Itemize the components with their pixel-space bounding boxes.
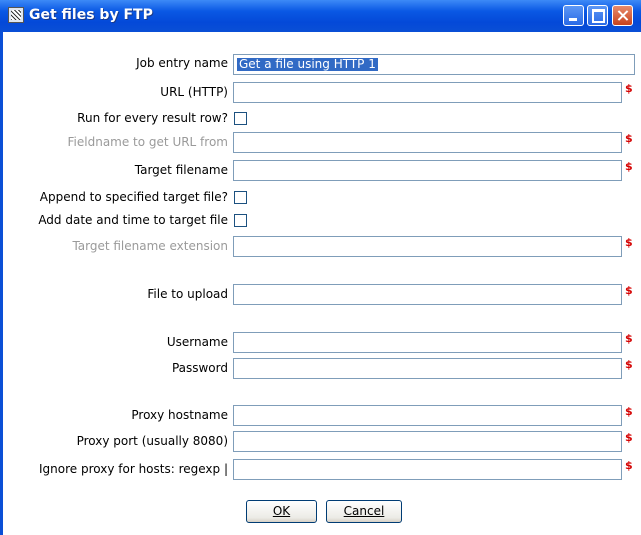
target-filename-variable-icon: $ <box>625 160 633 173</box>
file-upload-variable-icon: $ <box>625 284 633 297</box>
proxy-host-label: Proxy hostname <box>131 408 228 422</box>
username-input[interactable] <box>233 332 622 353</box>
job-entry-name-label: Job entry name <box>136 56 228 70</box>
ignore-proxy-input[interactable] <box>233 459 622 480</box>
fieldname-url-variable-icon: $ <box>625 132 633 145</box>
minimize-button[interactable] <box>563 5 584 26</box>
window-frame-left <box>0 32 3 535</box>
close-button[interactable] <box>612 5 633 26</box>
job-entry-name-input[interactable]: Get a file using HTTP 1 <box>233 54 635 75</box>
file-upload-label: File to upload <box>147 287 228 301</box>
app-icon <box>8 7 24 23</box>
window-title: Get files by FTP <box>29 7 153 23</box>
get-files-by-ftp-dialog: Get files by FTP Job entry name Get a fi… <box>0 0 641 535</box>
append-target-checkbox[interactable] <box>234 191 247 204</box>
run-every-row-checkbox[interactable] <box>234 112 247 125</box>
url-variable-icon: $ <box>625 82 633 95</box>
ok-button-label: OK <box>272 504 291 518</box>
password-input[interactable] <box>233 358 622 379</box>
cancel-button-label: Cancel <box>343 504 385 518</box>
url-label: URL (HTTP) <box>160 85 228 99</box>
fieldname-url-input[interactable] <box>233 132 622 153</box>
target-ext-input[interactable] <box>233 236 622 257</box>
proxy-host-variable-icon: $ <box>625 405 633 418</box>
url-input[interactable] <box>233 82 622 103</box>
fieldname-url-label: Fieldname to get URL from <box>67 135 228 149</box>
ignore-proxy-variable-icon: $ <box>625 459 633 472</box>
target-ext-variable-icon: $ <box>625 236 633 249</box>
ignore-proxy-label: Ignore proxy for hosts: regexp | <box>39 462 228 476</box>
maximize-button[interactable] <box>587 5 608 26</box>
ok-button[interactable]: OK <box>246 500 317 523</box>
target-filename-label: Target filename <box>134 163 228 177</box>
target-filename-input[interactable] <box>233 160 622 181</box>
proxy-port-label: Proxy port (usually 8080) <box>76 434 228 448</box>
append-target-label: Append to specified target file? <box>39 190 228 204</box>
cancel-button[interactable]: Cancel <box>326 500 402 523</box>
proxy-host-input[interactable] <box>233 405 622 426</box>
password-label: Password <box>171 361 228 375</box>
password-variable-icon: $ <box>625 358 633 371</box>
run-every-row-label: Run for every result row? <box>77 111 228 125</box>
add-date-time-checkbox[interactable] <box>234 214 247 227</box>
target-ext-label: Target filename extension <box>72 239 228 253</box>
proxy-port-variable-icon: $ <box>625 431 633 444</box>
username-label: Username <box>166 335 228 349</box>
title-bar[interactable]: Get files by FTP <box>0 0 641 32</box>
username-variable-icon: $ <box>625 332 633 345</box>
proxy-port-input[interactable] <box>233 431 622 452</box>
job-entry-name-value: Get a file using HTTP 1 <box>237 57 378 71</box>
add-date-time-label: Add date and time to target file <box>38 213 228 227</box>
file-upload-input[interactable] <box>233 284 622 305</box>
